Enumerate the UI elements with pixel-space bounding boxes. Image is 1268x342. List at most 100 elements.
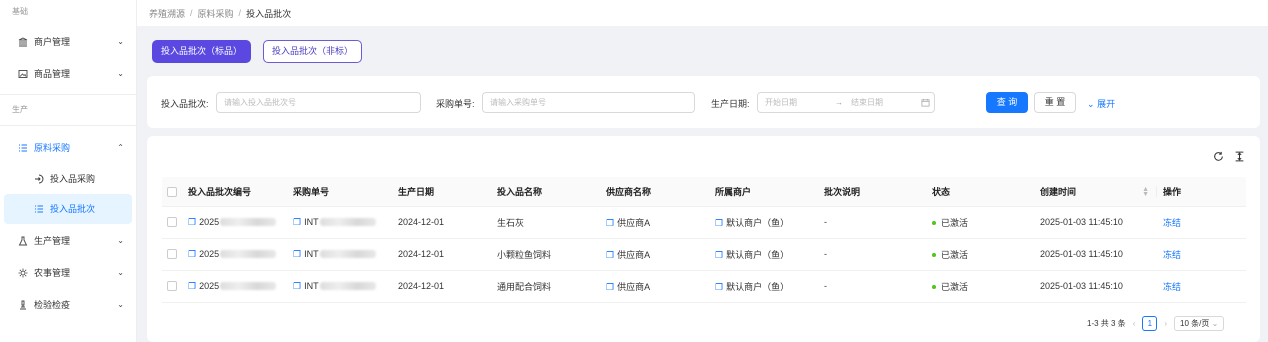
copy-icon[interactable]: ❐ bbox=[293, 281, 301, 292]
row-checkbox[interactable] bbox=[167, 217, 177, 228]
select-all-checkbox[interactable] bbox=[167, 186, 177, 197]
batch-input[interactable]: 请输入投入品批次号 bbox=[216, 92, 421, 113]
freeze-link[interactable]: 冻结 bbox=[1163, 250, 1181, 260]
sidebar-item-label: 农事管理 bbox=[34, 268, 71, 278]
copy-icon[interactable]: ❐ bbox=[188, 249, 196, 260]
sidebar-group-production: 生产 bbox=[12, 105, 28, 114]
copy-icon[interactable]: ❐ bbox=[715, 282, 723, 293]
expand-toggle[interactable]: ⌄ 展开 bbox=[1087, 97, 1115, 110]
col-order-no: 采购单号 bbox=[287, 177, 392, 207]
row-checkbox[interactable] bbox=[167, 281, 177, 292]
sort-icon[interactable]: ▲ ▼ bbox=[1142, 186, 1149, 198]
freeze-link[interactable]: 冻结 bbox=[1163, 282, 1181, 292]
copy-icon[interactable]: ❐ bbox=[188, 217, 196, 228]
breadcrumb-separator: / bbox=[190, 8, 193, 18]
batch-no-cell: ❐ 2025 bbox=[182, 270, 287, 303]
col-date: 生产日期 bbox=[392, 177, 491, 207]
col-merchant: 所属商户 bbox=[709, 177, 818, 207]
redacted-block bbox=[220, 282, 277, 291]
date-range-picker[interactable]: 开始日期 → 结束日期 bbox=[757, 92, 935, 113]
breadcrumb-item[interactable]: 原料采购 bbox=[198, 7, 234, 20]
row-select-cell[interactable] bbox=[162, 270, 182, 303]
action-cell: 冻结 bbox=[1157, 270, 1246, 303]
copy-icon[interactable]: ❐ bbox=[715, 250, 723, 261]
copy-icon[interactable]: ❐ bbox=[606, 218, 614, 229]
name-cell: 生石灰 bbox=[491, 206, 600, 239]
expand-label: 展开 bbox=[1097, 99, 1116, 109]
order-input[interactable]: 请输入采购单号 bbox=[482, 92, 695, 113]
col-created[interactable]: 创建时间 ▲ ▼ bbox=[1034, 177, 1157, 207]
chevron-down-icon: ⌄ bbox=[117, 69, 124, 78]
row-select-cell[interactable] bbox=[162, 238, 182, 271]
tab-nonstandard[interactable]: 投入品批次（非标） bbox=[263, 40, 363, 63]
tab-standard[interactable]: 投入品批次（标品） bbox=[152, 40, 252, 63]
next-page-icon[interactable]: › bbox=[1164, 319, 1167, 328]
end-date-field[interactable]: 结束日期 bbox=[851, 93, 921, 112]
range-arrow-icon: → bbox=[835, 98, 843, 107]
copy-icon[interactable]: ❐ bbox=[293, 217, 301, 228]
merchant-cell: ❐ 默认商户（鱼） bbox=[709, 270, 818, 303]
pagination: 1-3 共 3 条 ‹ 1 › 10 条/页 ⌄ bbox=[1087, 316, 1225, 331]
page-size-value: 10 条/页 bbox=[1180, 319, 1210, 328]
chevron-down-icon: ⌄ bbox=[1087, 99, 1095, 109]
action-cell: 冻结 bbox=[1157, 206, 1246, 239]
row-checkbox[interactable] bbox=[167, 249, 177, 260]
sidebar-item-label: 商品管理 bbox=[34, 69, 71, 79]
page-number[interactable]: 1 bbox=[1142, 316, 1158, 331]
reload-icon[interactable] bbox=[1212, 151, 1224, 163]
order-no: INT bbox=[304, 216, 319, 227]
reset-button[interactable]: 重 置 bbox=[1034, 92, 1076, 113]
column-height-icon[interactable] bbox=[1233, 151, 1245, 163]
order-label: 采购单号: bbox=[436, 99, 475, 109]
query-button[interactable]: 查 询 bbox=[986, 92, 1028, 113]
tab-group: 投入品批次（标品） 投入品批次（非标） bbox=[152, 40, 363, 63]
supplier-name: 供应商A bbox=[617, 281, 651, 292]
bank-icon bbox=[18, 37, 28, 47]
merchant-name: 默认商户（鱼） bbox=[726, 249, 790, 260]
prev-page-icon[interactable]: ‹ bbox=[1133, 319, 1136, 328]
merchant-name: 默认商户（鱼） bbox=[726, 281, 790, 292]
list-icon bbox=[34, 204, 44, 214]
redacted-block bbox=[319, 218, 376, 227]
sidebar-item-product[interactable]: 商品管理 ⌄ bbox=[0, 58, 136, 90]
select-all-cell[interactable] bbox=[162, 177, 182, 207]
status-badge: 已激活 bbox=[941, 217, 969, 228]
copy-icon[interactable]: ❐ bbox=[188, 281, 196, 292]
copy-icon[interactable]: ❐ bbox=[606, 250, 614, 261]
breadcrumb-separator: / bbox=[238, 8, 242, 18]
merchant-cell: ❐ 默认商户（鱼） bbox=[709, 206, 818, 239]
row-select-cell[interactable] bbox=[162, 206, 182, 239]
status-badge: 已激活 bbox=[941, 281, 969, 292]
start-date-field[interactable]: 开始日期 bbox=[765, 93, 835, 112]
sidebar-item-raw-purchase[interactable]: 原料采购 ⌃ bbox=[0, 132, 136, 164]
copy-icon[interactable]: ❐ bbox=[606, 282, 614, 293]
redacted-block bbox=[319, 250, 376, 259]
copy-icon[interactable]: ❐ bbox=[293, 249, 301, 260]
sidebar-item-farming[interactable]: 农事管理 ⌄ bbox=[0, 257, 136, 289]
order-no: INT bbox=[304, 248, 319, 259]
status-dot bbox=[932, 285, 936, 290]
status-cell: 已激活 bbox=[926, 238, 1034, 271]
table-card: 投入品批次编号 采购单号 生产日期 投入品名称 供应商名称 所属商户 批次说明 … bbox=[147, 136, 1260, 342]
sidebar-item-inspection[interactable]: 检验检疫 ⌄ bbox=[0, 289, 136, 321]
sidebar-item-label: 原料采购 bbox=[34, 143, 71, 153]
created-cell: 2025-01-03 11:45:10 bbox=[1034, 238, 1157, 271]
freeze-link[interactable]: 冻结 bbox=[1163, 218, 1181, 228]
sidebar-item-production[interactable]: 生产管理 ⌄ bbox=[0, 225, 136, 257]
chevron-down-icon: ⌄ bbox=[117, 268, 124, 277]
sidebar-item-input-purchase[interactable]: 投入品采购 bbox=[0, 164, 136, 194]
breadcrumb-item[interactable]: 养殖溯源 bbox=[149, 7, 185, 20]
pagination-summary: 1-3 共 3 条 bbox=[1087, 319, 1126, 328]
created-cell: 2025-01-03 11:45:10 bbox=[1034, 270, 1157, 303]
merchant-name: 默认商户（鱼） bbox=[726, 217, 790, 228]
data-table: 投入品批次编号 采购单号 生产日期 投入品名称 供应商名称 所属商户 批次说明 … bbox=[162, 177, 1246, 303]
sidebar-item-merchant[interactable]: 商户管理 ⌄ bbox=[0, 26, 136, 58]
redacted-block bbox=[319, 282, 376, 291]
sidebar: 基础 商户管理 ⌄ 商品管理 ⌄ 生产 原料采购 ⌃ 投入品采购 投入品批次 生… bbox=[0, 0, 137, 342]
page-size-select[interactable]: 10 条/页 ⌄ bbox=[1174, 316, 1225, 331]
copy-icon[interactable]: ❐ bbox=[715, 218, 723, 229]
chevron-down-icon: ⌄ bbox=[117, 37, 124, 46]
col-note: 批次说明 bbox=[818, 177, 926, 207]
table-row: ❐ 2025 ❐ INT 2024-12-01 通用配合饲料 ❐ 供应商A ❐ 默认商户… bbox=[162, 270, 1246, 303]
sidebar-item-input-batch[interactable]: 投入品批次 bbox=[4, 194, 132, 224]
